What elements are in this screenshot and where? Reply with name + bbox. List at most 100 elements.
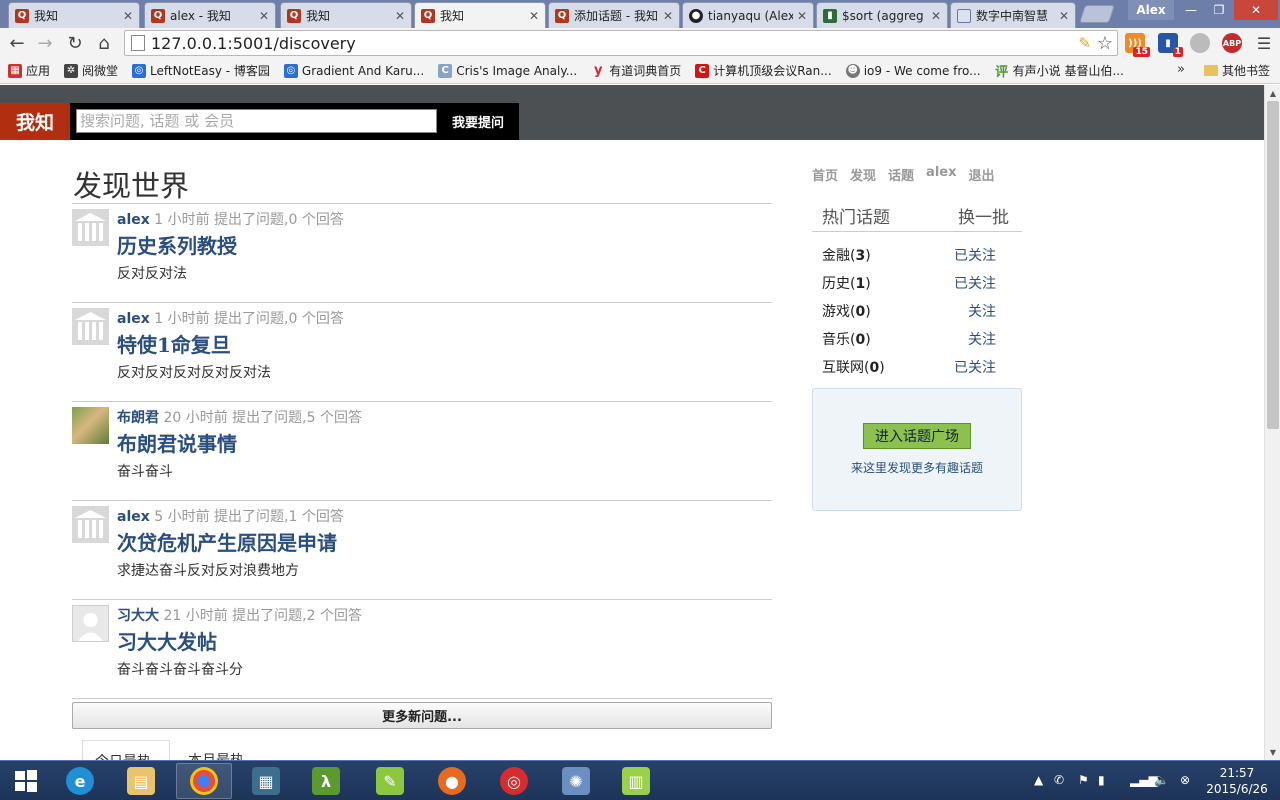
system-clock[interactable]: 21:57 2015/6/26 <box>1202 765 1272 797</box>
nav-home-link[interactable]: 首页 <box>812 165 838 184</box>
follow-toggle[interactable]: 关注 <box>968 329 996 349</box>
feed-user-link[interactable]: 布朗君 <box>117 410 159 426</box>
topic-name[interactable]: 金融(3) <box>822 245 871 265</box>
bookmark-item[interactable]: 评有声小说 基督山伯... <box>995 62 1124 80</box>
follow-toggle[interactable]: 已关注 <box>954 273 996 293</box>
close-window-icon[interactable]: ✕ <box>1234 0 1278 20</box>
hamburger-menu-icon[interactable]: ☰ <box>1254 33 1274 53</box>
more-questions-button[interactable]: 更多新问题... <box>72 702 772 729</box>
topic-square-hint-link[interactable]: 来这里发现更多有趣话题 <box>813 459 1021 476</box>
tray-expand-icon[interactable]: ▲ <box>1034 773 1043 787</box>
browser-tab[interactable]: Q alex - 我知 ✕ <box>144 2 276 28</box>
avatar[interactable] <box>72 209 109 246</box>
browser-tab[interactable]: ● tianyaqu (Alex ✕ <box>682 2 814 28</box>
bookmark-item[interactable]: C Cris's Image Analy... <box>438 63 577 78</box>
question-title-link[interactable]: 次贷危机产生原因是申请 <box>117 527 337 556</box>
other-bookmarks-folder[interactable]: 其他书签 <box>1204 62 1270 79</box>
close-tab-icon[interactable]: ✕ <box>259 9 269 23</box>
search-input[interactable] <box>76 109 437 133</box>
home-icon[interactable]: ⌂ <box>93 32 115 54</box>
topic-name[interactable]: 游戏(0) <box>822 301 871 321</box>
ask-question-button[interactable]: 我要提问 <box>443 109 513 133</box>
bookmark-item[interactable]: C 计算机顶级会议Ran... <box>695 62 832 79</box>
topic-name[interactable]: 互联网(0) <box>822 357 885 377</box>
question-title-link[interactable]: 布朗君说事情 <box>117 428 237 457</box>
wechat-icon[interactable]: ✆ <box>1054 773 1064 787</box>
close-tab-icon[interactable]: ✕ <box>663 9 673 23</box>
browser-tab[interactable]: 数字中南智慧 ✕ <box>950 2 1076 28</box>
avatar[interactable] <box>72 308 109 345</box>
avatar[interactable] <box>72 407 109 444</box>
follow-toggle[interactable]: 已关注 <box>954 357 996 377</box>
feed-user-link[interactable]: alex <box>117 311 150 327</box>
feed-user-link[interactable]: alex <box>117 509 150 525</box>
browser-tab[interactable]: ▮ $sort (aggreg ✕ <box>816 2 948 28</box>
browser-tab[interactable]: Q 我知 ✕ <box>8 2 140 28</box>
bookmark-item[interactable]: ☻ io9 - We come fro... <box>845 63 981 78</box>
nav-user-link[interactable]: alex <box>926 165 956 184</box>
browser-tab[interactable]: Q 添加话题 - 我知 ✕ <box>548 2 680 28</box>
browser-tab-active[interactable]: Q 我知 ✕ <box>414 2 546 28</box>
bookmark-star-icon[interactable]: ☆ <box>1097 33 1113 54</box>
adblock-icon[interactable]: ABP <box>1222 33 1242 53</box>
feed-user-link[interactable]: alex <box>117 212 150 228</box>
follow-toggle[interactable]: 关注 <box>968 301 996 321</box>
close-tab-icon[interactable]: ✕ <box>1059 9 1069 23</box>
close-tab-icon[interactable]: ✕ <box>529 9 539 23</box>
scroll-up-icon[interactable]: ▲ <box>1265 85 1280 101</box>
close-tab-icon[interactable]: ✕ <box>395 9 405 23</box>
taskbar-sticky[interactable]: ▥ <box>608 763 664 799</box>
start-button[interactable] <box>6 763 46 799</box>
circle-extension-icon[interactable] <box>1190 33 1210 53</box>
flag-icon[interactable]: ⚑ <box>1078 773 1089 787</box>
forward-arrow-icon[interactable]: → <box>34 32 56 54</box>
nav-discover-link[interactable]: 发现 <box>850 165 876 184</box>
avatar[interactable] <box>72 506 109 543</box>
taskbar-explorer[interactable]: ▤ <box>113 763 169 799</box>
bookmark-item[interactable]: ✲ 阅微堂 <box>64 62 118 79</box>
brush-extension-icon[interactable]: ✎ <box>1078 34 1091 52</box>
taskbar-ie[interactable]: e <box>52 763 108 799</box>
topic-name[interactable]: 历史(1) <box>822 273 871 293</box>
bookmark-item[interactable]: ◎ Gradient And Karu... <box>283 63 424 78</box>
volume-icon[interactable]: 🔈 <box>1154 773 1169 787</box>
nav-topics-link[interactable]: 话题 <box>888 165 914 184</box>
site-logo[interactable]: 我知 <box>0 103 70 140</box>
close-tab-icon[interactable]: ✕ <box>797 9 807 23</box>
question-title-link[interactable]: 习大大发帖 <box>117 626 217 655</box>
taskbar-paint[interactable]: ✺ <box>548 763 604 799</box>
tab-today-hot[interactable]: 今日最热 <box>82 740 170 760</box>
bookmark-apps[interactable]: ▦ 应用 <box>8 62 50 79</box>
close-circle-icon[interactable]: ⊗ <box>1180 773 1190 787</box>
scrollbar-thumb[interactable] <box>1267 101 1279 429</box>
browser-tab[interactable]: Q 我知 ✕ <box>280 2 412 28</box>
taskbar-app[interactable]: ▦ <box>238 763 294 799</box>
chart-extension-icon[interactable]: ▮ 1 <box>1158 33 1183 57</box>
minimize-icon[interactable]: — <box>1176 0 1206 20</box>
new-tab-button[interactable] <box>1079 5 1115 23</box>
taskbar-firefox[interactable]: ● <box>424 763 480 799</box>
taskbar-lambda[interactable]: λ <box>298 763 354 799</box>
refresh-topics-link[interactable]: 换一批 <box>958 203 1009 228</box>
tab-month-hot[interactable]: 本月最热 <box>176 740 256 760</box>
reload-icon[interactable]: ↻ <box>64 32 86 54</box>
taskbar-chrome[interactable] <box>176 763 232 799</box>
address-bar[interactable]: 127.0.0.1:5001/discovery ✎ ☆ <box>124 30 1118 56</box>
close-tab-icon[interactable]: ✕ <box>931 9 941 23</box>
maximize-icon[interactable]: ❐ <box>1204 0 1234 20</box>
scroll-down-icon[interactable]: ▼ <box>1265 744 1280 760</box>
topic-name[interactable]: 音乐(0) <box>822 329 871 349</box>
power-icon[interactable]: ▮ <box>1098 773 1105 787</box>
question-title-link[interactable]: 特使1命复旦 <box>117 329 231 358</box>
question-title-link[interactable]: 历史系列教授 <box>117 230 237 259</box>
bookmark-item[interactable]: ◎ LeftNotEasy - 博客园 <box>132 62 270 79</box>
bookmarks-overflow-button[interactable]: » <box>1177 62 1185 77</box>
topic-square-button[interactable]: 进入话题广场 <box>863 423 971 449</box>
feed-user-link[interactable]: 习大大 <box>117 608 159 624</box>
back-arrow-icon[interactable]: ← <box>6 32 28 54</box>
taskbar-netease-music[interactable]: ◎ <box>486 763 542 799</box>
avatar[interactable] <box>72 605 109 642</box>
close-tab-icon[interactable]: ✕ <box>123 9 133 23</box>
rss-icon[interactable]: ))) 15 <box>1125 33 1150 57</box>
taskbar-notepad[interactable]: ✎ <box>362 763 418 799</box>
